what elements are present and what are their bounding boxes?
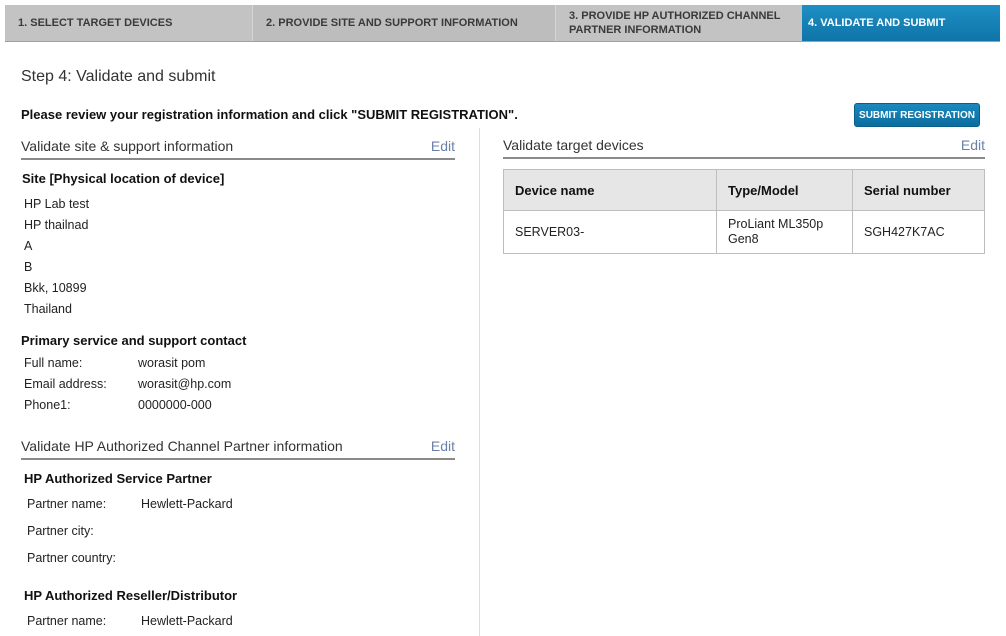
step-2-label: 2. PROVIDE SITE AND SUPPORT INFORMATION — [266, 17, 518, 29]
type-model-cell: ProLiant ML350p Gen8 — [716, 210, 853, 254]
contact-email-label: Email address: — [24, 377, 107, 391]
devices-edit-link[interactable]: Edit — [961, 137, 985, 153]
service-partner-city-label: Partner city: — [27, 524, 94, 538]
step-2-tab[interactable]: 2. PROVIDE SITE AND SUPPORT INFORMATION — [253, 5, 556, 41]
column-header-device-name: Device name — [503, 169, 717, 211]
site-line: HP Lab test — [24, 197, 90, 211]
devices-table: Device name Type/Model Serial number SER… — [503, 169, 985, 254]
site-line: B — [24, 260, 33, 274]
contact-heading: Primary service and support contact — [21, 333, 247, 348]
window-edge — [1000, 0, 1006, 636]
step-3-tab[interactable]: 3. PROVIDE HP AUTHORIZED CHANNEL PARTNER… — [556, 5, 802, 41]
contact-phone-label: Phone1: — [24, 398, 71, 412]
column-header-type-model: Type/Model — [716, 169, 853, 211]
reseller-heading: HP Authorized Reseller/Distributor — [24, 588, 238, 603]
site-line: A — [24, 239, 33, 253]
site-support-section-header: Validate site & support information Edit — [21, 136, 455, 160]
devices-section-header: Validate target devices Edit — [503, 135, 985, 159]
devices-section-title: Validate target devices — [503, 137, 644, 153]
reseller-name-value: Hewlett-Packard — [141, 614, 233, 628]
step-1-tab[interactable]: 1. SELECT TARGET DEVICES — [5, 5, 253, 41]
table-header-row: Device name Type/Model Serial number — [503, 169, 985, 211]
partner-section-title: Validate HP Authorized Channel Partner i… — [21, 438, 343, 454]
step-4-label: 4. VALIDATE AND SUBMIT — [808, 17, 946, 29]
column-divider — [479, 128, 480, 636]
page-title: Step 4: Validate and submit — [21, 68, 216, 85]
step-4-tab-active: 4. VALIDATE AND SUBMIT — [802, 5, 1000, 41]
site-heading: Site [Physical location of device] — [22, 171, 225, 186]
review-instructions: Please review your registration informat… — [21, 107, 518, 122]
contact-full-name-value: worasit pom — [138, 356, 206, 370]
serial-number-cell: SGH427K7AC — [852, 210, 985, 254]
site-line: Bkk, 10899 — [24, 281, 87, 295]
site-support-section-title: Validate site & support information — [21, 138, 234, 154]
reseller-name-label: Partner name: — [27, 614, 107, 628]
step-3-label: 3. PROVIDE HP AUTHORIZED CHANNEL PARTNER… — [569, 10, 781, 36]
partner-section-header: Validate HP Authorized Channel Partner i… — [21, 436, 455, 460]
column-header-serial-number: Serial number — [852, 169, 985, 211]
partner-edit-link[interactable]: Edit — [431, 438, 455, 454]
service-partner-name-label: Partner name: — [27, 497, 107, 511]
service-partner-heading: HP Authorized Service Partner — [24, 471, 212, 486]
contact-full-name-label: Full name: — [24, 356, 83, 370]
site-support-edit-link[interactable]: Edit — [431, 138, 455, 154]
table-row: SERVER03- ProLiant ML350p Gen8 SGH427K7A… — [503, 210, 985, 254]
step-progress-bar: 1. SELECT TARGET DEVICES 2. PROVIDE SITE… — [5, 5, 1000, 42]
service-partner-country-label: Partner country: — [27, 551, 116, 565]
service-partner-name-value: Hewlett-Packard — [141, 497, 233, 511]
site-line: Thailand — [24, 302, 72, 316]
contact-email-value: worasit@hp.com — [138, 377, 232, 391]
submit-registration-button[interactable]: SUBMIT REGISTRATION — [854, 103, 980, 127]
device-name-cell: SERVER03- — [503, 210, 717, 254]
step-1-label: 1. SELECT TARGET DEVICES — [18, 17, 173, 29]
site-line: HP thailnad — [24, 218, 89, 232]
contact-phone-value: 0000000-000 — [138, 398, 212, 412]
